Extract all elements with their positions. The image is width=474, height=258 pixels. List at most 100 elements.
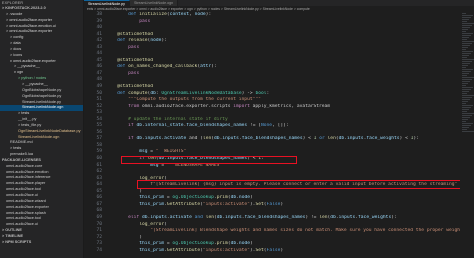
tree-item-label: > omni.audio2face.exporter	[6, 29, 53, 34]
minimap-line	[462, 31, 466, 32]
tree-item-label: > __pycache__	[14, 64, 40, 69]
code-token: """Compute the outputs from the current …	[128, 97, 261, 103]
tree-item-label: omni.audio2face.ui	[6, 222, 38, 227]
tree-item-label: StreamLivelinkNode.py	[22, 99, 62, 104]
code-token: activate	[169, 214, 192, 220]
code-token: release	[128, 38, 148, 44]
minimap-line	[462, 45, 470, 46]
code-token: pass	[128, 70, 140, 76]
tree-item-label: > docs	[10, 46, 22, 51]
minimap-line	[462, 59, 474, 60]
tree-item-label: omni.audio2face.ui	[6, 193, 38, 197]
code-token: log_error	[139, 175, 165, 181]
code-token: def	[117, 38, 129, 44]
code-token: face_blendshapes_names	[186, 156, 248, 162]
code-token: ObjectLookup	[180, 195, 214, 201]
tree-item-label: v omni.audio2face.exporter	[10, 58, 56, 63]
minimap-line	[462, 109, 469, 110]
code-token: GetAttribute	[166, 247, 201, 253]
code-token: this_prim	[139, 247, 165, 253]
code-token: prim	[216, 241, 228, 247]
code-token: node	[238, 241, 250, 247]
code-token: omni.audio2face.exporter.scripts	[141, 103, 234, 109]
tree-item-label: > TIMELINE	[2, 233, 23, 238]
code-view[interactable]: 38 def initialize(context, node): 39 pass…	[84, 12, 474, 254]
minimap[interactable]	[460, 12, 474, 258]
minimap-line	[462, 103, 466, 104]
tree-item-label: omni.audio2face.exporter	[6, 204, 49, 209]
code-token: import	[233, 103, 253, 109]
code-token: "[StreamLivelink] Blendshape weights and…	[150, 228, 474, 234]
code-token: inputs	[346, 136, 364, 142]
tree-item-label: StreamLivelinkNode.ogn	[18, 134, 60, 139]
code-token: log_error	[139, 221, 165, 227]
minimap-line	[462, 115, 472, 116]
minimap-line	[462, 99, 470, 100]
code-token: ) <	[247, 156, 259, 162]
code-token: ):	[413, 136, 419, 142]
code-token: ) ->	[241, 90, 256, 96]
minimap-line	[462, 101, 468, 102]
code-token: len	[327, 136, 336, 142]
minimap-line	[462, 107, 471, 108]
code-token: msg	[150, 162, 159, 168]
tree-item-label: PACKAGE-LICENSES	[2, 157, 41, 162]
code-token: )	[280, 201, 284, 207]
code-token: )	[139, 188, 142, 194]
code-token: this_prim	[139, 195, 165, 201]
code-token: :	[266, 90, 270, 96]
tree-item-label: omni.audio2face.wizard	[6, 198, 46, 203]
code-token: len	[202, 136, 212, 142]
code-token: activate	[164, 136, 187, 142]
minimap-line	[462, 73, 469, 74]
code-token: ) <	[399, 136, 411, 142]
minimap-line	[462, 83, 468, 84]
code-token: inputs	[338, 214, 356, 220]
code-token: prim	[216, 195, 228, 201]
minimap-line	[462, 121, 466, 122]
code-token: from	[128, 103, 142, 109]
tree-item-label: OgnBlobshapeNode.py	[22, 87, 62, 92]
code-line[interactable]: 74 this_prim.GetAttribute("inputs:activa…	[84, 248, 474, 255]
minimap-line	[462, 29, 468, 30]
code-token: pass	[128, 44, 140, 50]
code-token: Set	[255, 201, 264, 207]
tree-item-label: > omni.audio2face.emotion.ui	[6, 23, 56, 28]
explorer-sidebar: EXPLORER > KINFOSTACK.2023.2.0 > .vscode >…	[0, 0, 84, 258]
tree-item[interactable]: > NPM SCRIPTS	[0, 240, 83, 246]
code-token: def	[117, 64, 129, 70]
minimap-line	[462, 19, 469, 20]
minimap-line	[462, 119, 468, 120]
code-token: inputs	[225, 214, 242, 220]
code-token: f"[StreamLivelink] {msg} input is empty.…	[150, 182, 458, 188]
code-token: ) !=	[305, 214, 320, 220]
code-token: " BLENDSHAPE NAMES"	[166, 162, 223, 168]
minimap-line	[462, 61, 472, 62]
minimap-line	[462, 69, 473, 70]
code-token: node	[238, 195, 250, 201]
minimap-line	[462, 65, 468, 66]
code-token: =	[147, 149, 156, 155]
code-token: ]:	[283, 123, 289, 129]
code-token: len	[205, 214, 214, 220]
minimap-line	[462, 41, 474, 42]
code-token: face_blendshapes_names	[186, 123, 248, 129]
minimap-line	[462, 113, 474, 114]
code-token: msg	[139, 149, 148, 155]
code-token: @staticmethod	[117, 31, 154, 37]
minimap-line	[462, 123, 473, 124]
minimap-line	[462, 49, 466, 50]
minimap-line	[462, 95, 474, 96]
minimap-line	[462, 77, 474, 78]
